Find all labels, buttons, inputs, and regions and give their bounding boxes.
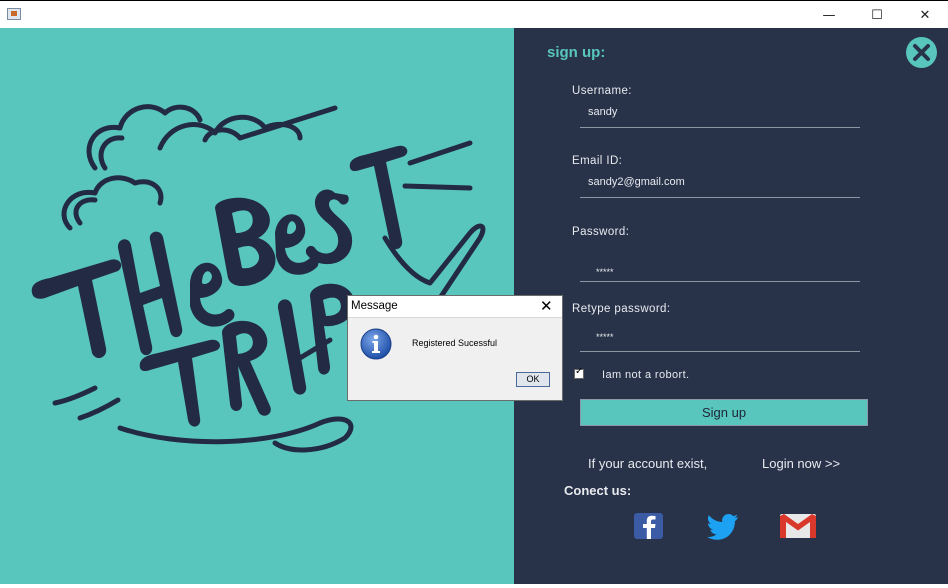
retype-password-field[interactable]: ***** [596, 332, 614, 342]
username-label: Username: [572, 85, 632, 97]
info-icon [360, 328, 392, 360]
ok-button[interactable]: OK [516, 372, 550, 387]
dialog-close-button[interactable]: ✕ [540, 297, 553, 315]
password-label: Password: [572, 226, 630, 238]
dialog-title: Message [351, 300, 398, 312]
signup-heading: sign up: [547, 44, 606, 61]
retype-password-label: Retype password: [572, 303, 671, 315]
connect-label: Conect us: [564, 483, 632, 498]
message-dialog: Message ✕ Registered Sucessful OK [347, 295, 563, 401]
signup-button[interactable]: Sign up [580, 399, 868, 426]
username-field[interactable]: sandy [588, 106, 617, 118]
email-underline [580, 197, 860, 198]
minimize-button[interactable]: — [806, 5, 852, 27]
login-now-link[interactable]: Login now >> [762, 456, 840, 471]
dialog-titlebar: Message ✕ [348, 296, 562, 318]
password-field[interactable]: ***** [596, 267, 614, 277]
email-label: Email ID: [572, 155, 623, 167]
maximize-button[interactable]: ☐ [854, 5, 900, 27]
robot-checkbox[interactable] [574, 366, 584, 379]
username-underline [580, 127, 860, 128]
twitter-icon[interactable] [707, 512, 739, 540]
robot-label: Iam not a robort. [602, 369, 690, 381]
window-titlebar: — ☐ ✕ [0, 0, 948, 28]
close-icon [913, 44, 930, 61]
account-exist-text: If your account exist, [588, 456, 708, 471]
window-close-button[interactable]: ✕ [902, 5, 948, 27]
close-form-button[interactable] [906, 37, 937, 68]
java-app-icon [7, 8, 21, 20]
retype-password-underline [580, 351, 860, 352]
password-underline [580, 281, 860, 282]
gmail-icon[interactable] [779, 512, 816, 540]
facebook-icon[interactable] [634, 512, 666, 540]
email-field[interactable]: sandy2@gmail.com [588, 176, 685, 188]
dialog-message: Registered Sucessful [412, 338, 498, 348]
